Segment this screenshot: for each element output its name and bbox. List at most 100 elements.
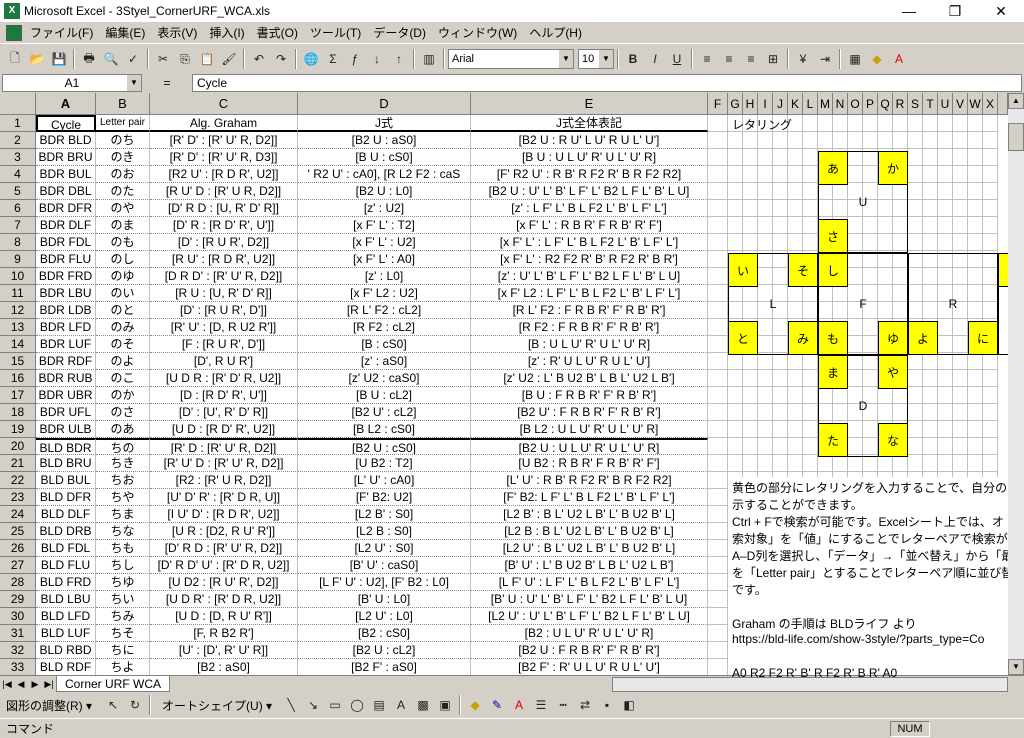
dash-style-icon[interactable]: ┅ <box>552 694 574 716</box>
table-cell[interactable]: BLD RBD <box>36 642 96 659</box>
table-cell[interactable]: [U D R : [R' D' R, U2]] <box>150 370 298 387</box>
menu-data[interactable]: データ(D) <box>367 24 432 41</box>
grid-cell[interactable] <box>708 200 728 217</box>
grid-cell[interactable] <box>743 217 758 234</box>
grid-cell[interactable] <box>773 149 788 166</box>
table-cell[interactable]: のち <box>96 132 150 149</box>
table-cell[interactable]: [B2 U : U L U' R' U L' U' R] <box>471 438 708 455</box>
grid-cell[interactable] <box>803 115 818 132</box>
grid-cell[interactable] <box>848 251 863 268</box>
grid-cell[interactable] <box>708 234 728 251</box>
grid-cell[interactable] <box>728 387 743 404</box>
row-header-25[interactable]: 25 <box>0 523 36 540</box>
vertical-scrollbar[interactable]: ▲ ▼ <box>1008 93 1024 675</box>
grid-cell[interactable] <box>983 404 998 421</box>
grid-cell[interactable] <box>908 115 923 132</box>
grid-cell[interactable] <box>758 421 773 438</box>
grid-cell[interactable] <box>758 404 773 421</box>
table-cell[interactable]: [R L' F2 : F R B R' F' R B' R'] <box>471 302 708 319</box>
table-cell[interactable]: [R' U' : [D, R U2 R']] <box>150 319 298 336</box>
table-cell[interactable]: [x F' L' : T2] <box>298 217 471 234</box>
table-cell[interactable]: [z' : aS0] <box>298 353 471 370</box>
row-header-31[interactable]: 31 <box>0 625 36 642</box>
table-cell[interactable]: [R' D : [R' U' R, D2]] <box>150 438 298 455</box>
table-cell[interactable]: [F, R B2 R'] <box>150 625 298 642</box>
grid-cell[interactable] <box>893 200 908 217</box>
table-cell[interactable]: [L2 B : B L' U2 L B' L' B U2 B' L] <box>471 523 708 540</box>
grid-cell[interactable] <box>878 200 893 217</box>
grid-cell[interactable] <box>708 166 728 183</box>
align-right-icon[interactable]: ≡ <box>740 48 762 70</box>
grid-cell[interactable] <box>773 200 788 217</box>
grid-cell[interactable] <box>788 387 803 404</box>
table-cell[interactable]: BDR RDF <box>36 353 96 370</box>
grid-cell[interactable] <box>788 404 803 421</box>
grid-cell[interactable] <box>953 438 968 455</box>
sticker-yu[interactable]: ゆ <box>878 321 908 355</box>
paste-icon[interactable]: 📋 <box>196 48 218 70</box>
row-header-23[interactable]: 23 <box>0 489 36 506</box>
grid-cell[interactable] <box>803 166 818 183</box>
table-cell[interactable]: のみ <box>96 319 150 336</box>
column-header-f[interactable]: F <box>708 93 728 115</box>
grid-cell[interactable] <box>938 387 953 404</box>
name-box[interactable]: A1 ▼ <box>2 74 142 92</box>
select-pointer-icon[interactable]: ↖ <box>102 694 124 716</box>
autoshape-menu[interactable]: オートシェイプ(U) ▾ <box>162 697 272 714</box>
table-cell[interactable]: のた <box>96 183 150 200</box>
oval-icon[interactable]: ◯ <box>346 694 368 716</box>
grid-cell[interactable] <box>773 353 788 370</box>
column-header-e[interactable]: E <box>471 93 708 115</box>
menu-view[interactable]: 表示(V) <box>151 24 203 41</box>
table-cell[interactable]: BDR DLF <box>36 217 96 234</box>
grid-cell[interactable] <box>983 268 998 285</box>
grid-cell[interactable] <box>743 421 758 438</box>
grid-cell[interactable] <box>708 149 728 166</box>
table-cell[interactable]: [L2 U' : B L' U2 L B' L' B U2 B' L] <box>471 540 708 557</box>
table-cell[interactable]: BDR DBL <box>36 183 96 200</box>
rectangle-icon[interactable]: ▭ <box>324 694 346 716</box>
table-cell[interactable]: ちな <box>96 523 150 540</box>
grid-cell[interactable] <box>968 455 983 472</box>
table-cell[interactable]: [B' U : L0] <box>298 591 471 608</box>
grid-cell[interactable] <box>848 353 863 370</box>
table-cell[interactable]: [R' D' : [R' U' R, D3]] <box>150 149 298 166</box>
table-cell[interactable]: [D : [R D' R', U']] <box>150 387 298 404</box>
grid-cell[interactable] <box>923 234 938 251</box>
next-sheet-icon[interactable]: ▶ <box>28 679 42 690</box>
grid-cell[interactable] <box>788 370 803 387</box>
grid-cell[interactable] <box>908 149 923 166</box>
grid-cell[interactable] <box>863 149 878 166</box>
table-cell[interactable]: のお <box>96 166 150 183</box>
grid-cell[interactable] <box>758 336 773 353</box>
grid-cell[interactable] <box>848 115 863 132</box>
menu-window[interactable]: ウィンドウ(W) <box>432 24 523 41</box>
table-cell[interactable]: BLD DFR <box>36 489 96 506</box>
column-header-k[interactable]: K <box>788 93 803 115</box>
table-cell[interactable]: [D' R D : [U, R' D' R]] <box>150 200 298 217</box>
table-cell[interactable]: [D' : [R U R', D']] <box>150 302 298 319</box>
merge-center-icon[interactable]: ⊞ <box>762 48 784 70</box>
grid-cell[interactable] <box>803 404 818 421</box>
grid-cell[interactable] <box>908 132 923 149</box>
table-cell[interactable]: [B2 U : F R B R' F' R B' R'] <box>471 642 708 659</box>
grid-cell[interactable] <box>818 200 833 217</box>
table-cell[interactable]: [R F2 : cL2] <box>298 319 471 336</box>
grid-cell[interactable] <box>893 217 908 234</box>
sticker-mi[interactable]: み <box>788 321 818 355</box>
sticker-mo[interactable]: も <box>818 321 848 355</box>
table-cell[interactable]: [D' R : [R D' R', U']] <box>150 217 298 234</box>
column-header-c[interactable]: C <box>150 93 298 115</box>
table-cell[interactable]: [D R D' : [R' U' R, D2]] <box>150 268 298 285</box>
grid-cell[interactable] <box>923 132 938 149</box>
grid-cell[interactable] <box>788 166 803 183</box>
table-cell[interactable]: [x F' L' : A0] <box>298 251 471 268</box>
grid-cell[interactable] <box>923 438 938 455</box>
grid-cell[interactable] <box>908 404 923 421</box>
row-header-28[interactable]: 28 <box>0 574 36 591</box>
scroll-thumb[interactable] <box>1008 123 1024 151</box>
grid-cell[interactable] <box>743 302 758 319</box>
grid-cell[interactable] <box>833 115 848 132</box>
row-header-22[interactable]: 22 <box>0 472 36 489</box>
grid-cell[interactable] <box>908 217 923 234</box>
